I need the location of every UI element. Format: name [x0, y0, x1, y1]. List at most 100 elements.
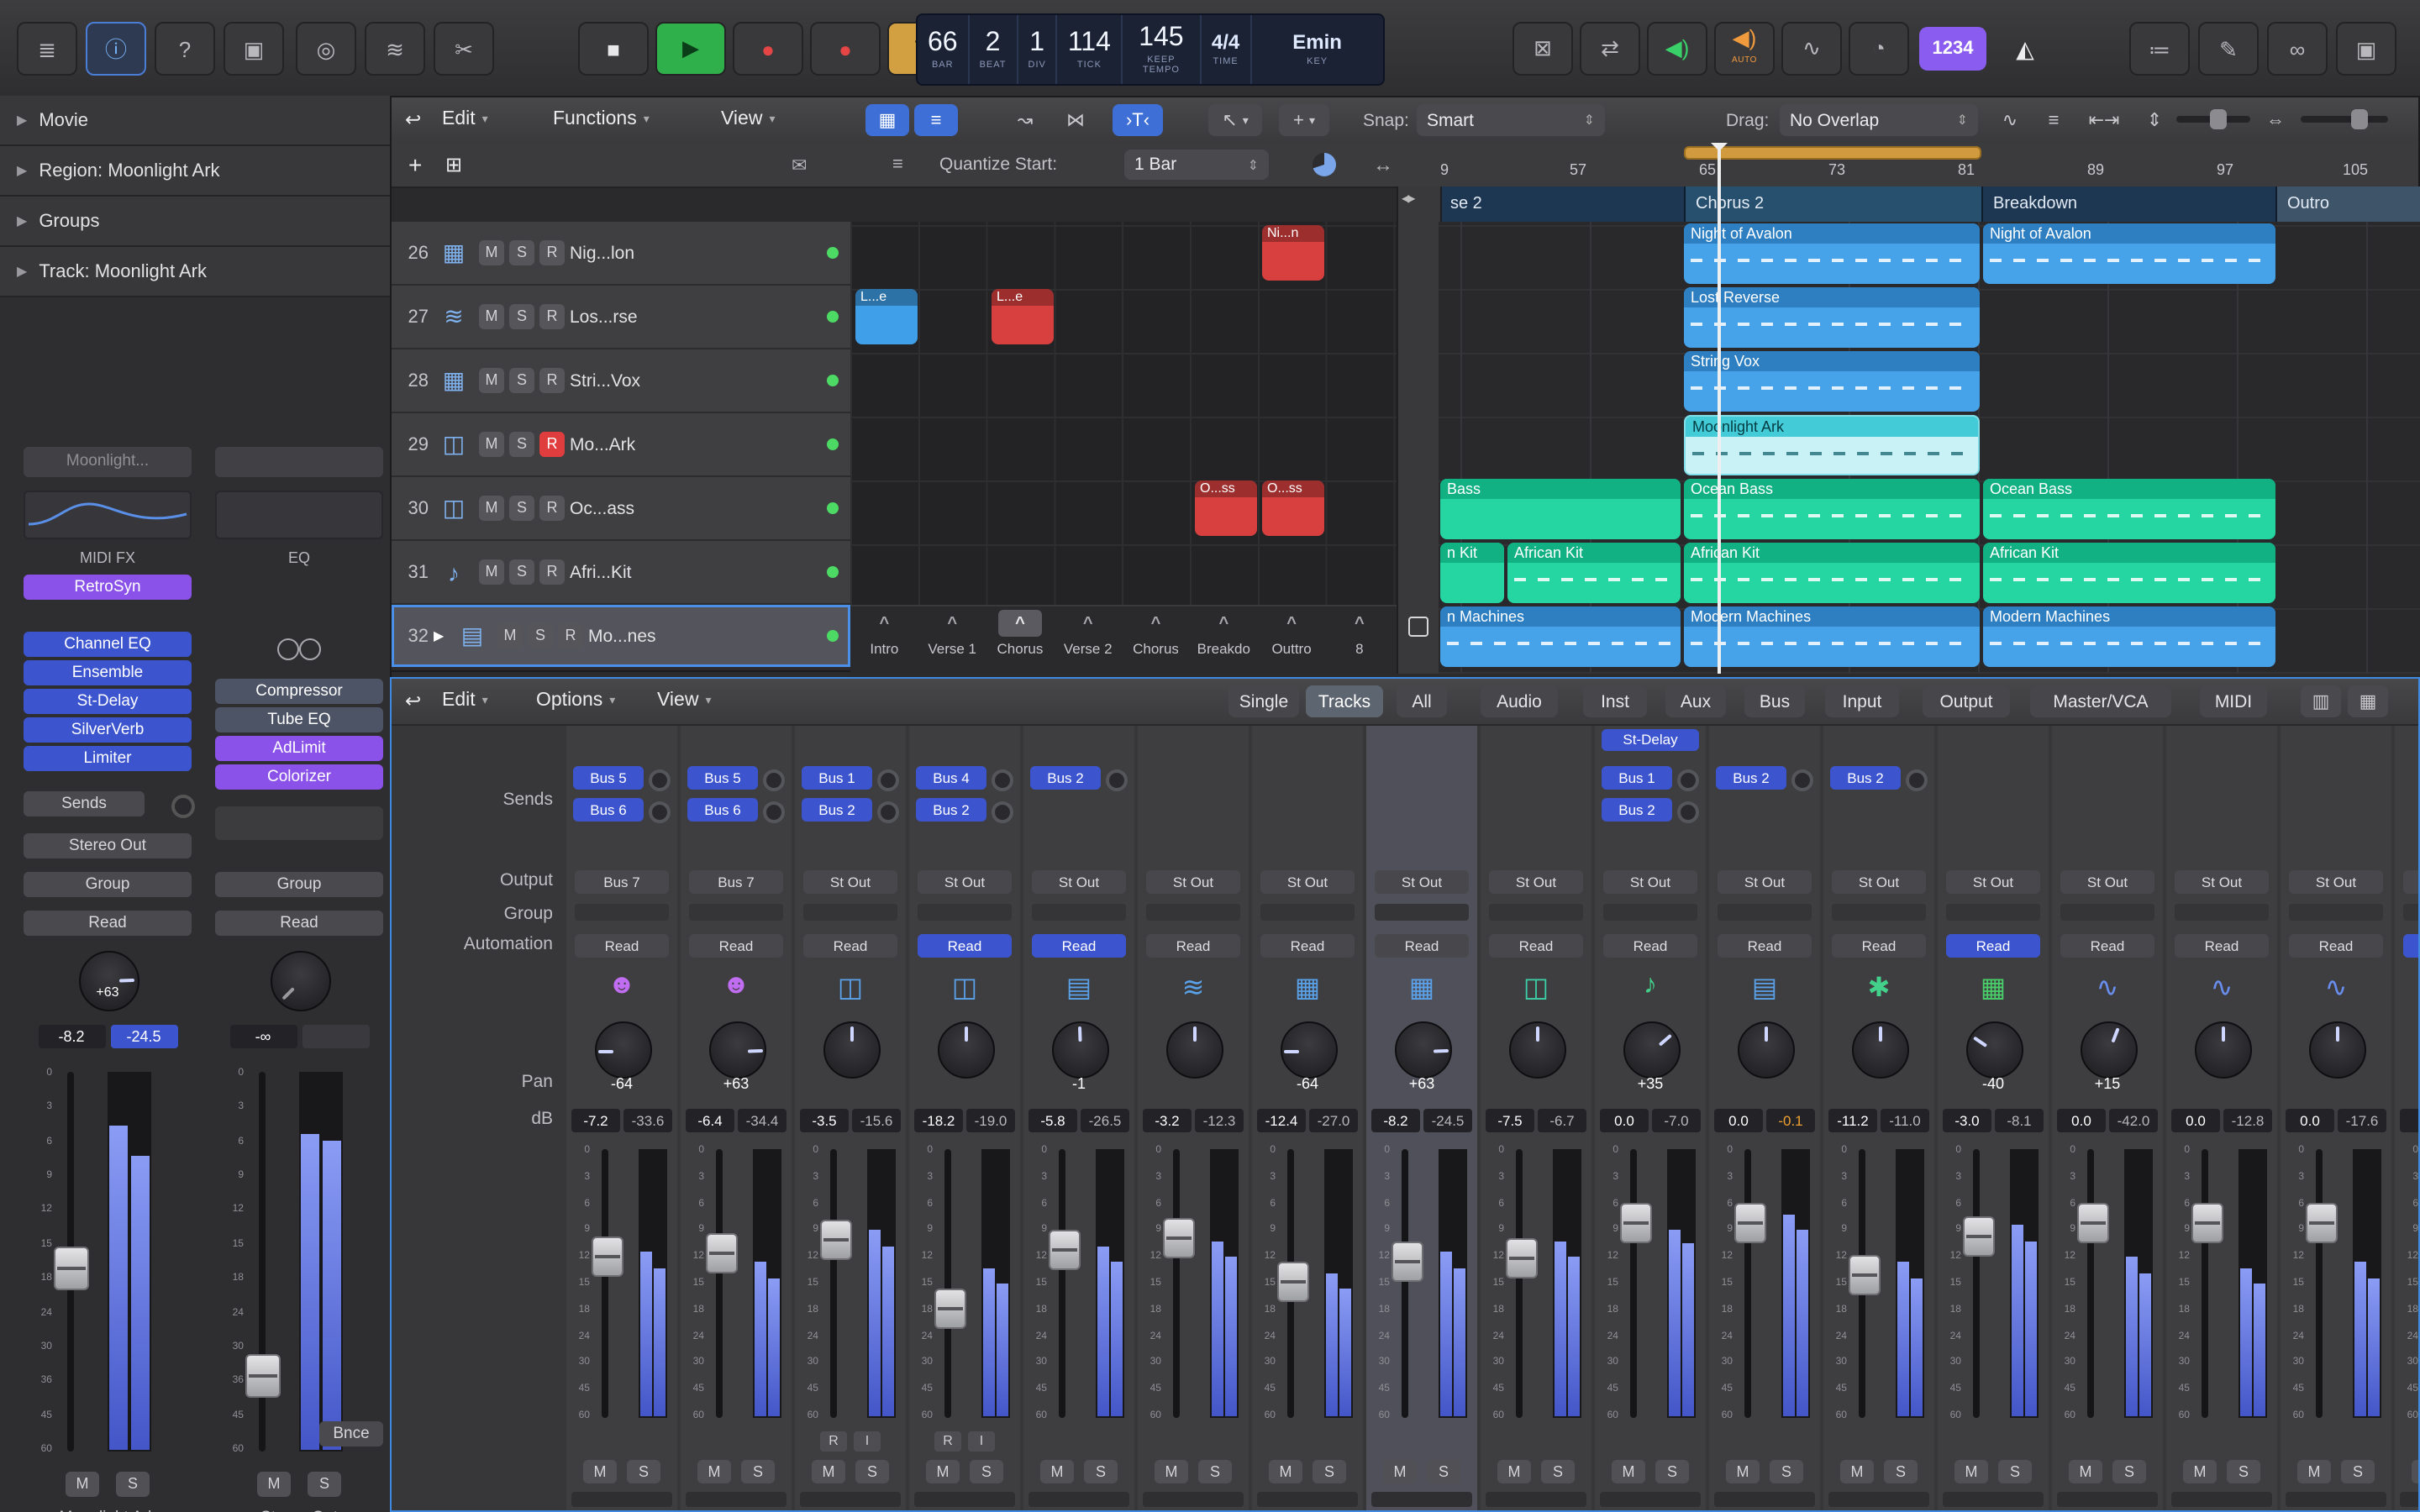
output-button[interactable]: St Out: [1718, 870, 1812, 894]
peak-value[interactable]: -15.6: [852, 1109, 901, 1132]
track-options-icon[interactable]: ✉: [792, 143, 807, 186]
peak-value[interactable]: -6.7: [1538, 1109, 1586, 1132]
region[interactable]: Lost Reverse: [1684, 287, 1980, 348]
group-slot[interactable]: [1260, 904, 1355, 921]
automation-mode-button[interactable]: Read: [1603, 934, 1697, 958]
track-record-button[interactable]: R: [539, 240, 565, 265]
send-bus-button[interactable]: Bus 2: [1602, 798, 1672, 822]
solo-button[interactable]: S: [1770, 1460, 1803, 1483]
count-in-badge[interactable]: 1234: [1919, 27, 1986, 71]
ruler-bar-number[interactable]: 97: [2217, 161, 2233, 178]
track-name[interactable]: Oc...ass: [570, 498, 822, 518]
volume-value[interactable]: 0.0: [1714, 1109, 1763, 1132]
send-bus-button[interactable]: Bus 6: [687, 798, 758, 822]
transport-option-icon[interactable]: ◔: [1849, 22, 1909, 76]
volume-value[interactable]: -18.2: [914, 1109, 963, 1132]
track-solo-button[interactable]: S: [509, 432, 534, 457]
view-mode-icon[interactable]: ✂: [434, 22, 494, 76]
volume-fader-cap[interactable]: [592, 1236, 623, 1277]
pan-knob[interactable]: [1966, 1021, 2023, 1079]
solo-button[interactable]: S: [2341, 1460, 2375, 1483]
performance-timer-icon[interactable]: [1313, 153, 1336, 176]
mixer-channel-strip[interactable]: St Out Read ∿ 0.0 -12.8 0369121518243045…: [2166, 726, 2277, 1510]
mute-button[interactable]: M: [697, 1460, 731, 1483]
mixer-filter-button[interactable]: Tracks: [1306, 685, 1383, 717]
inspector-disclosure-row[interactable]: ▶ Movie: [0, 96, 390, 146]
mixer-filter-button[interactable]: Input: [1825, 685, 1899, 717]
mute-button[interactable]: M: [1954, 1460, 1988, 1483]
menu-view[interactable]: View▾: [657, 679, 711, 722]
peak-value[interactable]: -7.0: [1652, 1109, 1701, 1132]
mixer-filter-button[interactable]: Master/VCA: [2030, 685, 2171, 717]
track-header[interactable]: 32 ▶ ▤ M S R Mo...nes: [392, 605, 850, 669]
menu-functions[interactable]: Functions▾: [553, 97, 650, 141]
group-slot[interactable]: [2403, 904, 2418, 921]
solo-button[interactable]: S: [1427, 1460, 1460, 1483]
volume-fader-cap[interactable]: [2191, 1203, 2223, 1243]
track-solo-button[interactable]: S: [528, 623, 553, 648]
arrangement-marker[interactable]: Outro: [2275, 186, 2420, 222]
mixer-channel-strip[interactable]: St-Delay Bus 1 Bus 2: [1595, 726, 1706, 1510]
peak-value[interactable]: -12.8: [2223, 1109, 2272, 1132]
grid-view-icon[interactable]: ▦: [865, 104, 909, 136]
ruler-bar-number[interactable]: 89: [2087, 161, 2104, 178]
mute-button[interactable]: M: [257, 1472, 291, 1497]
mixer-filter-button[interactable]: MIDI: [2200, 685, 2267, 717]
track-solo-button[interactable]: S: [509, 559, 534, 585]
vertical-zoom-icon[interactable]: ⇕: [2139, 104, 2170, 136]
peak-value[interactable]: [302, 1025, 369, 1048]
volume-value[interactable]: -3.2: [1143, 1109, 1192, 1132]
track-mute-button[interactable]: M: [497, 623, 523, 648]
rows-view-icon[interactable]: ≡: [914, 104, 958, 136]
eq-thumbnail[interactable]: [24, 491, 192, 539]
scene-trigger-icon[interactable]: ^: [1270, 610, 1313, 637]
row-play-icon[interactable]: ▶: [434, 628, 447, 643]
region[interactable]: African Kit: [1684, 543, 1980, 603]
live-loop-cell[interactable]: O...ss: [1262, 480, 1324, 536]
output-button[interactable]: St Out: [1146, 870, 1240, 894]
send-level-knob[interactable]: [992, 801, 1013, 823]
peak-value[interactable]: -27.0: [1309, 1109, 1358, 1132]
transport-option-icon[interactable]: ◀)AUTO: [1714, 22, 1775, 76]
solo-button[interactable]: S: [741, 1460, 775, 1483]
volume-fader-cap[interactable]: [706, 1233, 738, 1273]
track-record-button[interactable]: R: [539, 559, 565, 585]
browser-toggle-icon[interactable]: ≔: [2129, 22, 2190, 76]
menu-options[interactable]: Options▾: [536, 679, 615, 722]
menu-edit[interactable]: Edit▾: [442, 97, 488, 141]
volume-value[interactable]: 0.0: [2057, 1109, 2106, 1132]
region[interactable]: Ocean Bass: [1983, 479, 2275, 539]
volume-value[interactable]: -12.4: [1257, 1109, 1306, 1132]
volume-value[interactable]: -3.0: [1943, 1109, 1991, 1132]
region[interactable]: Bass: [1440, 479, 1681, 539]
mixer-channel-strip[interactable]: St Out Read ▦ +63 -8.2 -24.5 03691215182…: [1366, 726, 1477, 1510]
track-solo-button[interactable]: S: [509, 304, 534, 329]
playhead[interactable]: [1718, 143, 1720, 674]
pan-knob[interactable]: [1166, 1021, 1223, 1079]
stereo-format-icon[interactable]: [277, 638, 321, 659]
volume-fader-cap[interactable]: [1963, 1216, 1995, 1257]
group-button[interactable]: Group: [24, 872, 192, 897]
audio-fx-slot-button[interactable]: Colorizer: [215, 764, 383, 790]
inspector-disclosure-row[interactable]: ▶ Groups: [0, 197, 390, 247]
mixer-channel-strip[interactable]: Bus 5 Bus 6 Bus 7 Read ☻: [566, 726, 677, 1510]
mixer-channel-strip[interactable]: St Out Read ≋ -3.2 -12.3 036912151824304…: [1138, 726, 1249, 1510]
narrow-strips-icon[interactable]: ▥: [2301, 685, 2341, 717]
peak-value[interactable]: -33.6: [623, 1109, 672, 1132]
mixer-channel-strip[interactable]: St Out Read ∿ +15 0.0 -42.0 036912151824…: [2052, 726, 2163, 1510]
channel-name-box[interactable]: [800, 1492, 901, 1507]
region[interactable]: String Vox: [1684, 351, 1980, 412]
group-slot[interactable]: [1603, 904, 1697, 921]
send-bus-button[interactable]: Bus 6: [573, 798, 644, 822]
mute-button[interactable]: M: [583, 1460, 617, 1483]
automation-mode-button[interactable]: Read: [24, 911, 192, 936]
track-header[interactable]: 26 ▶ ▦ M S R Nig...lon: [392, 222, 850, 286]
mute-button[interactable]: M: [2412, 1460, 2418, 1483]
peak-value[interactable]: -26.5: [1081, 1109, 1129, 1132]
live-loop-cell[interactable]: Ni...n: [1262, 225, 1324, 281]
mixer-channel-strip[interactable]: St Out Read ◫ -7.5 -6.7 0369121518243045…: [1481, 726, 1591, 1510]
channel-name-box[interactable]: [1828, 1492, 1929, 1507]
automation-mode-button[interactable]: Read: [1260, 934, 1355, 958]
input-monitor-button[interactable]: I: [854, 1431, 881, 1452]
send-level-knob[interactable]: [1106, 769, 1128, 791]
